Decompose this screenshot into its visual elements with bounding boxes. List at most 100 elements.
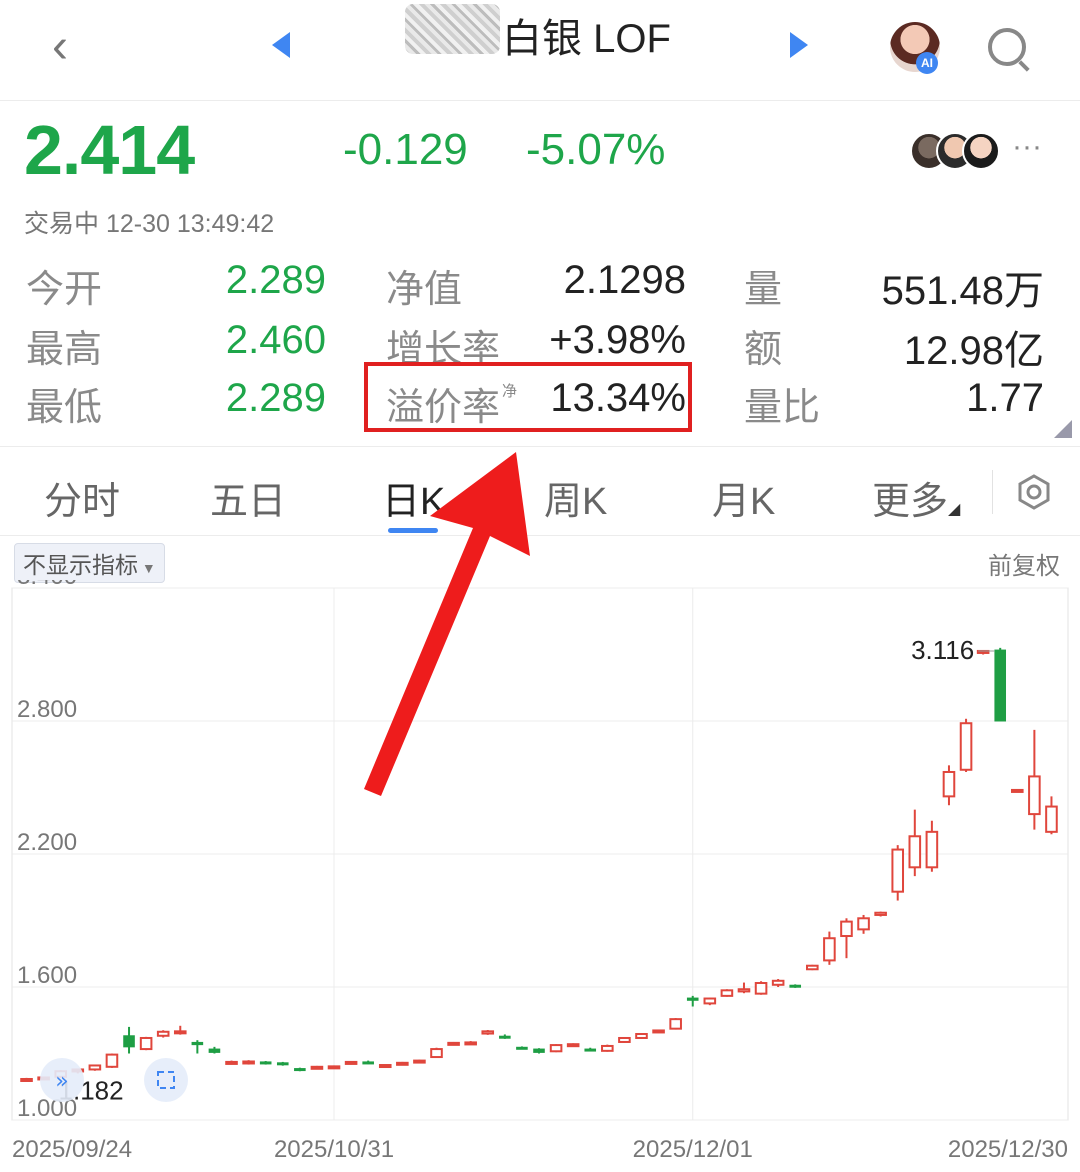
- volume-value: 551.48万: [881, 269, 1044, 313]
- candle-body: [703, 997, 717, 1005]
- price-change-percent: -5.07%: [526, 125, 666, 174]
- candle-body: [481, 1030, 495, 1035]
- tab-intraday[interactable]: 分时: [44, 470, 120, 525]
- volume-ratio-label: 量比: [744, 387, 821, 429]
- candle-body: [652, 1029, 665, 1034]
- open-value: 2.289: [225, 258, 326, 302]
- x-tick-label: 2025/09/24: [12, 1136, 132, 1163]
- dropdown-corner-icon: ◢: [948, 501, 961, 518]
- tab-weekly-k[interactable]: 周K: [544, 470, 607, 525]
- indicator-dropdown-label: 不显示指标: [23, 552, 138, 578]
- candle-body: [959, 722, 973, 771]
- candle-body: [840, 920, 853, 938]
- x-tick-label: 2025/12/01: [633, 1136, 753, 1163]
- candle-body: [362, 1061, 374, 1065]
- candle-body: [925, 830, 939, 869]
- low-label: 最低: [26, 387, 103, 429]
- page-title: 白银 LOF: [502, 17, 671, 61]
- volume-label: 量: [744, 269, 783, 311]
- price-adjust-toggle[interactable]: 前复权: [988, 546, 1060, 581]
- ai-badge: AI: [916, 52, 938, 74]
- candle-body: [516, 1046, 528, 1050]
- candle-body: [789, 984, 802, 988]
- active-tab-indicator: [388, 528, 438, 533]
- dropdown-arrow-icon: ▼: [138, 560, 156, 576]
- candlestick-chart[interactable]: 3.4002.8002.2001.6001.0002025/09/242025/…: [0, 580, 1080, 1172]
- candle-body: [464, 1041, 477, 1046]
- nav-label: 净值: [386, 269, 463, 311]
- back-icon[interactable]: ‹: [52, 22, 68, 72]
- more-icon[interactable]: ···: [1012, 130, 1042, 164]
- expand-corner-icon[interactable]: [1054, 420, 1072, 438]
- candle-body: [857, 917, 870, 931]
- x-tick-label: 2025/12/30: [948, 1136, 1068, 1163]
- candle-body: [806, 964, 819, 971]
- candle-body: [396, 1061, 409, 1066]
- candle-body: [20, 1077, 33, 1082]
- candle-body: [156, 1030, 170, 1037]
- nav-value: 2.1298: [563, 258, 686, 302]
- candle-body: [891, 848, 905, 893]
- candle-body: [294, 1068, 306, 1072]
- candle-body: [686, 997, 699, 1001]
- candle-body: [344, 1060, 358, 1065]
- divider: [0, 446, 1080, 447]
- candle-body: [1028, 775, 1041, 816]
- community-avatar[interactable]: [962, 132, 1000, 170]
- search-icon[interactable]: [988, 28, 1026, 66]
- trading-status: 交易中 12-30 13:49:42: [24, 210, 275, 238]
- candle-body: [618, 1036, 631, 1043]
- max-price-label: 3.116: [911, 635, 974, 665]
- current-price: 2.414: [24, 111, 195, 189]
- previous-stock-icon[interactable]: [272, 32, 290, 58]
- tab-daily-k[interactable]: 日K: [382, 470, 445, 525]
- candle-body: [191, 1041, 204, 1046]
- candle-body: [737, 988, 751, 993]
- candle-body: [874, 911, 887, 916]
- y-tick-label: 1.600: [17, 962, 77, 989]
- premium-highlight-box: [364, 362, 692, 432]
- candle-body: [310, 1065, 324, 1070]
- volume-ratio-value: 1.77: [966, 376, 1044, 420]
- growth-value: +3.98%: [549, 318, 686, 362]
- tab-monthly-k[interactable]: 月K: [712, 470, 775, 525]
- candle-body: [276, 1062, 289, 1066]
- double-chevron-icon: »: [55, 1069, 68, 1094]
- candle-body: [994, 649, 1007, 722]
- candle-body: [208, 1048, 221, 1053]
- low-value: 2.289: [225, 376, 326, 420]
- candle-body: [327, 1065, 341, 1070]
- candle-body: [549, 1044, 563, 1053]
- next-stock-icon[interactable]: [790, 32, 808, 58]
- candle-body: [720, 989, 734, 997]
- candle-body: [635, 1032, 648, 1039]
- candle-body: [447, 1041, 460, 1046]
- y-tick-label: 2.200: [17, 829, 77, 856]
- candle-body: [413, 1059, 426, 1064]
- candle-body: [601, 1044, 614, 1052]
- candle-body: [259, 1061, 272, 1065]
- candle-body: [173, 1030, 187, 1035]
- candle-body: [88, 1064, 102, 1071]
- candle-body: [669, 1018, 682, 1030]
- candle-body: [105, 1053, 119, 1068]
- candle-body: [771, 979, 785, 986]
- tab-more-label: 更多: [872, 481, 949, 523]
- candle-body: [225, 1060, 238, 1065]
- y-tick-label: 3.400: [17, 580, 77, 590]
- candle-body: [499, 1035, 511, 1039]
- candle-body: [823, 937, 836, 962]
- candle-body: [378, 1064, 392, 1069]
- x-tick-label: 2025/10/31: [274, 1136, 394, 1163]
- candle-body: [908, 835, 922, 869]
- candle-body: [584, 1048, 597, 1052]
- tab-five-day[interactable]: 五日: [210, 470, 286, 525]
- candle-body: [566, 1043, 580, 1048]
- tab-more[interactable]: 更多◢: [872, 470, 960, 525]
- blurred-title-prefix: [405, 4, 500, 54]
- divider: [0, 535, 1080, 536]
- candle-body: [139, 1036, 153, 1051]
- fullscreen-button[interactable]: [144, 1058, 188, 1102]
- settings-icon[interactable]: [1016, 474, 1052, 510]
- indicator-dropdown[interactable]: 不显示指标 ▼: [14, 543, 165, 583]
